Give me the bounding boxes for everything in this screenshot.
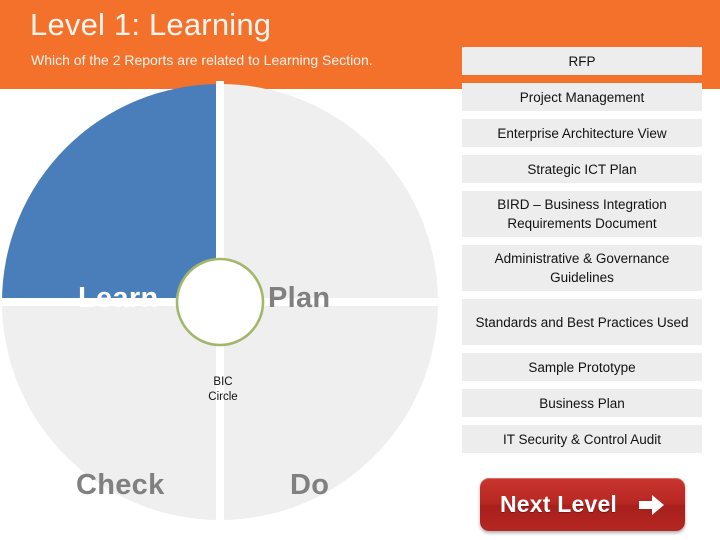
bic-center-hub <box>175 257 265 347</box>
report-option-label: Standards and Best Practices Used <box>475 314 689 330</box>
report-option-item[interactable]: Project Management <box>462 83 702 111</box>
report-option-label: Business Plan <box>539 395 625 411</box>
report-option-label: Enterprise Architecture View <box>497 125 667 141</box>
bic-circle-diagram: Learn Plan Check Do BIC Circle <box>0 81 450 523</box>
quadrant-label-plan[interactable]: Plan <box>268 282 330 315</box>
arrow-right-icon <box>639 494 665 515</box>
report-option-item[interactable]: Sample Prototype <box>462 353 702 381</box>
quadrant-label-do[interactable]: Do <box>290 469 329 502</box>
report-option-item[interactable]: Standards and Best Practices Used <box>462 299 702 345</box>
report-option-label: Administrative & Governance Guidelines <box>494 251 670 285</box>
page-title: Level 1: Learning <box>30 7 272 42</box>
report-option-label: Sample Prototype <box>528 359 636 375</box>
report-option-item[interactable]: RFP <box>462 47 702 75</box>
page-subtitle: Which of the 2 Reports are related to Le… <box>31 52 373 68</box>
next-level-button[interactable]: Next Level <box>480 478 685 531</box>
report-option-item[interactable]: IT Security & Control Audit <box>462 425 702 453</box>
quadrant-learn <box>2 84 220 302</box>
quadrant-label-check[interactable]: Check <box>76 469 165 502</box>
report-option-item[interactable]: Strategic ICT Plan <box>462 155 702 183</box>
next-level-button-label: Next Level <box>499 491 618 517</box>
quadrant-plan <box>220 84 438 302</box>
bic-center-label-line2: Circle <box>208 391 238 403</box>
bic-center-label: BIC Circle <box>188 375 258 405</box>
report-option-item[interactable]: Administrative & Governance Guidelines <box>462 245 702 291</box>
report-option-label: Strategic ICT Plan <box>527 161 637 177</box>
quadrant-label-learn[interactable]: Learn <box>78 282 158 315</box>
slide-canvas: Level 1: Learning Which of the 2 Reports… <box>0 0 720 540</box>
report-option-item[interactable]: BIRD – Business Integration Requirements… <box>462 191 702 237</box>
report-option-label: IT Security & Control Audit <box>502 431 662 447</box>
report-option-item[interactable]: Business Plan <box>462 389 702 417</box>
report-option-label: Project Management <box>519 89 645 105</box>
report-option-label: RFP <box>568 53 596 69</box>
bic-center-label-line1: BIC <box>213 376 233 388</box>
report-option-label: BIRD – Business Integration Requirements… <box>497 197 667 231</box>
report-option-item[interactable]: Enterprise Architecture View <box>462 119 702 147</box>
